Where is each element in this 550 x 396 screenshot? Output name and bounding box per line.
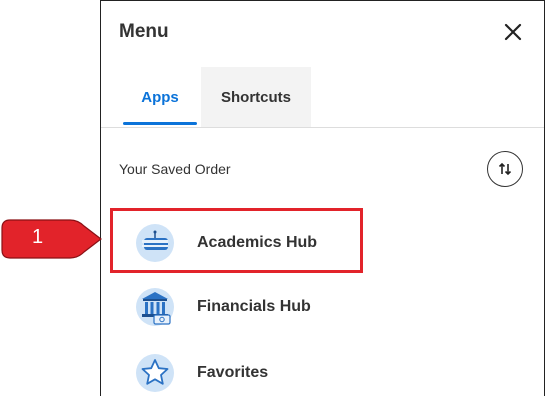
menu-tabs: Apps Shortcuts: [101, 67, 544, 128]
graduation-cap-icon: [136, 224, 174, 262]
app-item-favorites[interactable]: Favorites: [125, 351, 505, 395]
app-item-label: Financials Hub: [197, 298, 311, 315]
tab-shortcuts-label: Shortcuts: [220, 88, 291, 106]
star-icon: [136, 354, 174, 392]
sort-arrows-icon: [498, 162, 512, 176]
bank-icon: [136, 288, 174, 326]
sort-button[interactable]: [487, 151, 523, 187]
tab-apps[interactable]: Apps: [113, 67, 207, 127]
tab-shortcuts[interactable]: Shortcuts: [201, 67, 311, 127]
menu-panel: Menu Apps Shortcuts Your Saved Order Aca…: [100, 0, 545, 396]
callout-number: 1: [32, 226, 44, 248]
close-icon: [504, 23, 522, 41]
saved-order-label: Your Saved Order: [119, 161, 231, 177]
tab-apps-label: Apps: [141, 88, 179, 106]
screenshot-stage: Menu Apps Shortcuts Your Saved Order Aca…: [0, 0, 550, 396]
active-tab-indicator: [123, 122, 197, 125]
app-item-academics-hub[interactable]: Academics Hub: [125, 221, 505, 265]
app-item-label: Favorites: [197, 364, 269, 381]
callout-marker: [1, 219, 102, 259]
menu-title: Menu: [119, 21, 169, 42]
app-item-financials-hub[interactable]: Financials Hub: [125, 285, 505, 329]
close-button[interactable]: [498, 17, 528, 47]
app-item-label: Academics Hub: [197, 234, 318, 251]
